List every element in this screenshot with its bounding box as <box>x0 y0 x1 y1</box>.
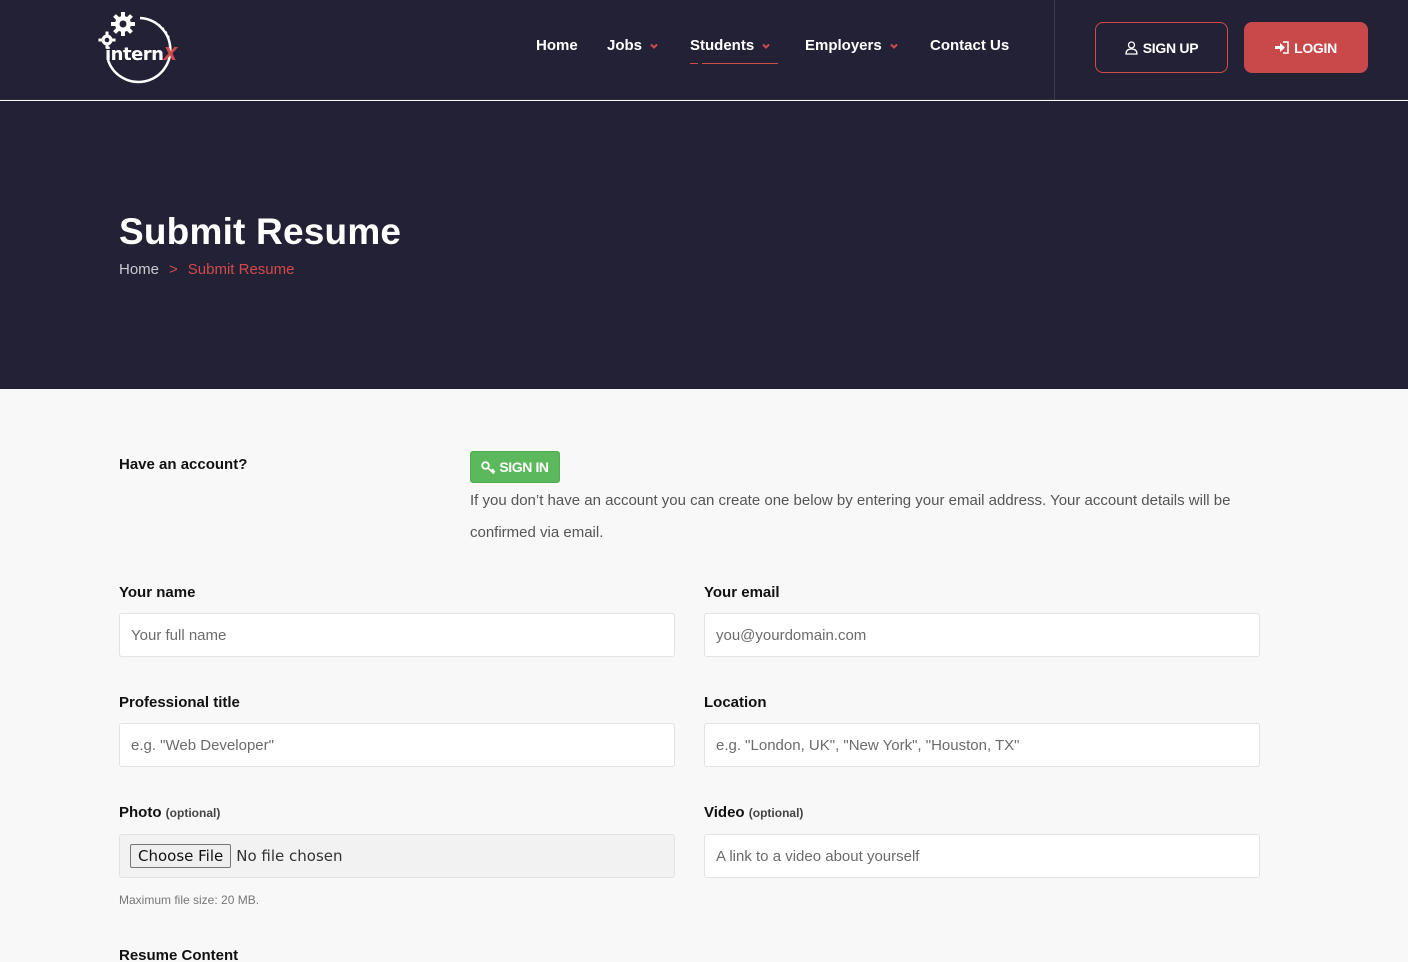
file-status: No file chosen <box>236 847 343 865</box>
breadcrumb-current: Submit Resume <box>187 261 295 278</box>
nav-active-underline <box>690 63 778 65</box>
video-input[interactable] <box>704 834 1260 878</box>
location-label: Location <box>704 694 767 711</box>
professional-title-input[interactable] <box>119 723 675 767</box>
video-optional-tag: (optional) <box>748 806 804 820</box>
nav-jobs[interactable]: Jobs <box>607 37 659 54</box>
sign-in-button[interactable]: SIGN IN <box>470 451 560 483</box>
photo-optional-tag: (optional) <box>165 806 221 820</box>
nav-contact-us[interactable]: Contact Us <box>930 37 1009 54</box>
email-input[interactable] <box>704 613 1260 657</box>
chevron-down-icon <box>762 43 770 49</box>
breadcrumb-separator: > <box>169 261 178 278</box>
photo-label: Photo (optional) <box>119 804 221 821</box>
site-header: internX Home Jobs Students Employers Con… <box>0 0 1408 100</box>
logo-text: internX <box>105 44 177 65</box>
name-input[interactable] <box>119 613 675 657</box>
professional-title-label: Professional title <box>119 694 240 711</box>
breadcrumb: Home > Submit Resume <box>119 261 295 278</box>
location-input[interactable] <box>704 723 1260 767</box>
key-icon <box>481 460 496 474</box>
resume-content-label: Resume Content <box>119 947 239 962</box>
chevron-down-icon <box>889 43 898 49</box>
sign-in-icon <box>1275 41 1289 54</box>
nav-students[interactable]: Students <box>690 37 771 54</box>
name-label: Your name <box>119 584 196 601</box>
choose-file-button[interactable]: Choose File <box>130 844 232 868</box>
page-title: Submit Resume <box>119 211 402 252</box>
have-account-label: Have an account? <box>119 456 248 473</box>
account-note: If you don’t have an account you can cre… <box>470 492 1231 541</box>
video-label: Video (optional) <box>704 804 804 821</box>
photo-file-input[interactable]: Choose File No file chosen <box>119 834 675 878</box>
nav-home[interactable]: Home <box>536 37 578 54</box>
login-button[interactable]: LOGIN <box>1244 22 1368 73</box>
user-icon <box>1125 40 1138 55</box>
nav-employers[interactable]: Employers <box>805 37 899 54</box>
internx-logo[interactable]: internX <box>96 10 177 88</box>
breadcrumb-home-link[interactable]: Home <box>119 261 159 278</box>
email-label: Your email <box>704 584 780 601</box>
chevron-down-icon <box>650 43 658 49</box>
header-divider <box>1054 0 1055 100</box>
sign-up-button[interactable]: SIGN UP <box>1095 22 1228 73</box>
photo-size-hint: Maximum file size: 20 MB. <box>119 893 260 907</box>
